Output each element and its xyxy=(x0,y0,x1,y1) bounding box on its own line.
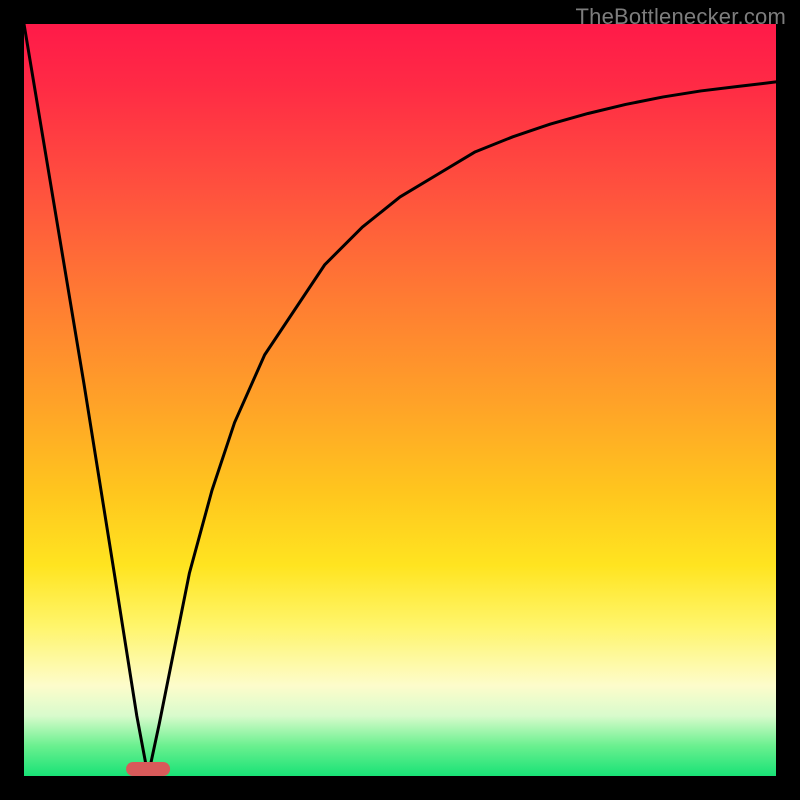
bottleneck-marker xyxy=(126,762,170,776)
plot-area xyxy=(24,24,776,776)
bottleneck-curve-path xyxy=(24,24,776,776)
watermark-text: TheBottlenecker.com xyxy=(576,4,786,30)
chart-frame: TheBottlenecker.com xyxy=(0,0,800,800)
bottleneck-curve-svg xyxy=(24,24,776,776)
